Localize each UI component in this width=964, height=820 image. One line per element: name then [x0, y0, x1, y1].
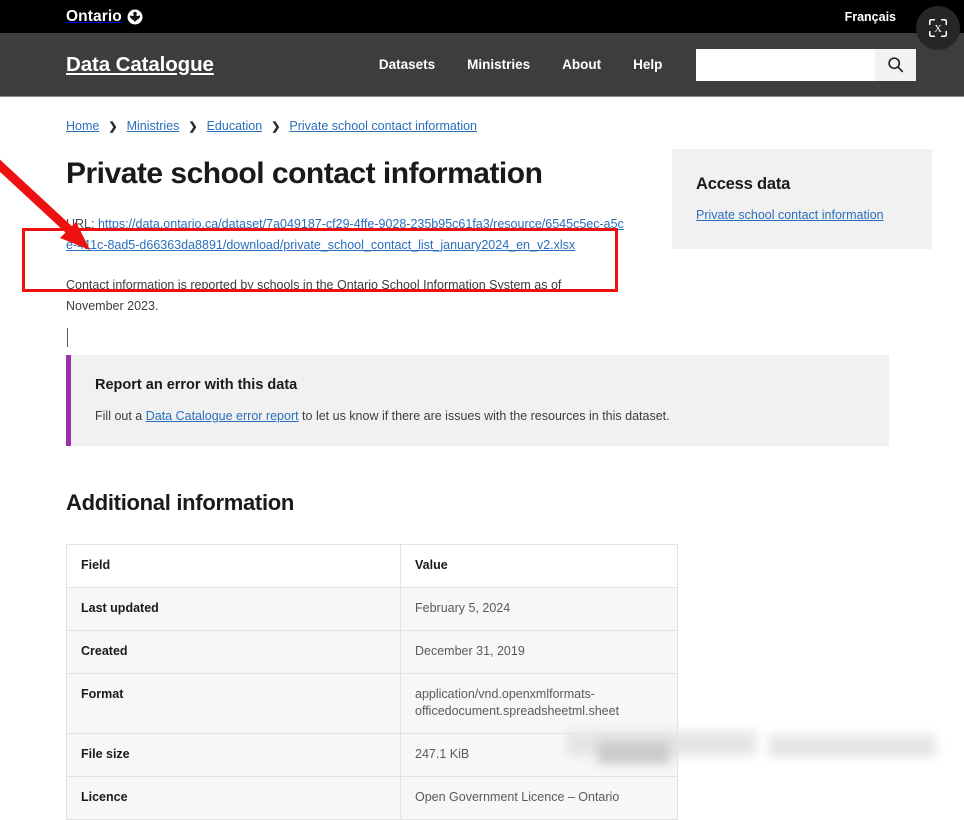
ontario-logo-link[interactable]: Ontario [66, 9, 143, 25]
ontario-wordmark-text: Ontario [66, 7, 122, 25]
search-bar [696, 48, 917, 81]
table-row: Licence Open Government Licence – Ontari… [66, 775, 678, 820]
access-data-resource-link[interactable]: Private school contact information [696, 208, 884, 222]
breadcrumb-item-current[interactable]: Private school contact information [289, 119, 477, 133]
table-row: File size 247.1 KiB [66, 733, 678, 777]
report-error-text-after: to let us know if there are issues with … [298, 409, 670, 424]
report-error-heading: Report an error with this data [95, 377, 298, 394]
row-field-licence: Licence [66, 775, 401, 820]
report-error-text-before: Fill out a [95, 409, 146, 424]
chevron-right-icon: ❯ [108, 120, 118, 133]
row-field-created: Created [66, 629, 401, 674]
search-submit-button[interactable] [874, 48, 917, 81]
report-error-callout: Report an error with this data Fill out … [66, 355, 889, 447]
url-label: URL: [66, 216, 95, 231]
translate-capture-icon: X [928, 18, 948, 38]
page-body: Home ❯ Ministries ❯ Education ❯ Private … [0, 97, 964, 820]
row-field-format: Format [66, 672, 401, 734]
row-value-created: December 31, 2019 [400, 629, 678, 674]
nav-item-ministries[interactable]: Ministries [467, 57, 530, 72]
page-title: Private school contact information [66, 157, 543, 190]
table-row: Last updated February 5, 2024 [66, 587, 678, 631]
column-header-value: Value [400, 544, 678, 588]
nav-item-help[interactable]: Help [633, 57, 662, 72]
chevron-right-icon: ❯ [271, 120, 281, 133]
table-header-row: Field Value [66, 544, 678, 588]
search-input[interactable] [696, 48, 875, 81]
additional-information-table: Field Value Last updated February 5, 202… [66, 544, 678, 820]
row-field-file-size: File size [66, 733, 401, 777]
access-data-heading: Access data [696, 175, 791, 193]
chevron-right-icon: ❯ [188, 120, 198, 133]
nav-item-about[interactable]: About [562, 57, 601, 72]
row-field-last-updated: Last updated [66, 587, 401, 631]
table-head: Field Value [66, 544, 678, 588]
main-column: Private school contact information URL: … [66, 149, 626, 348]
error-report-link[interactable]: Data Catalogue error report [146, 409, 299, 423]
row-value-licence: Open Government Licence – Ontario [400, 775, 678, 820]
url-value-link[interactable]: https://data.ontario.ca/dataset/7a049187… [66, 217, 624, 253]
search-icon [888, 57, 904, 73]
access-data-box: Access data Private school contact infor… [672, 149, 932, 249]
breadcrumb: Home ❯ Ministries ❯ Education ❯ Private … [66, 97, 898, 133]
breadcrumb-item-ministries[interactable]: Ministries [127, 119, 180, 133]
trillium-icon [127, 9, 143, 24]
ontario-top-bar: Ontario Français [0, 0, 964, 33]
sidebar-column: Access data Private school contact infor… [672, 149, 932, 249]
column-header-field: Field [66, 544, 401, 588]
text-caret [67, 328, 68, 348]
row-value-file-size: 247.1 KiB [400, 733, 678, 777]
breadcrumb-item-home[interactable]: Home [66, 119, 99, 133]
site-title-link[interactable]: Data Catalogue [66, 53, 214, 77]
url-line: URL: https://data.ontario.ca/dataset/7a0… [66, 214, 626, 258]
additional-information-title: Additional information [66, 490, 295, 516]
site-header: Data Catalogue Datasets Ministries About… [0, 33, 964, 97]
breadcrumb-item-education[interactable]: Education [207, 119, 263, 133]
main-navigation: Datasets Ministries About Help [379, 57, 663, 72]
report-error-text: Fill out a Data Catalogue error report t… [95, 409, 889, 423]
table-body: Last updated February 5, 2024 Created De… [66, 587, 678, 820]
nav-item-datasets[interactable]: Datasets [379, 57, 435, 72]
row-value-last-updated: February 5, 2024 [400, 587, 678, 631]
text-caret-area [66, 328, 626, 348]
row-value-format: application/vnd.openxmlformats-officedoc… [400, 672, 678, 734]
translate-capture-button[interactable]: X [916, 6, 960, 50]
francais-language-link[interactable]: Français [845, 10, 896, 24]
dataset-description: Contact information is reported by schoo… [66, 278, 562, 313]
svg-text:X: X [934, 24, 942, 35]
content-columns: Private school contact information URL: … [66, 149, 932, 348]
table-row: Format application/vnd.openxmlformats-of… [66, 672, 678, 734]
table-row: Created December 31, 2019 [66, 629, 678, 674]
